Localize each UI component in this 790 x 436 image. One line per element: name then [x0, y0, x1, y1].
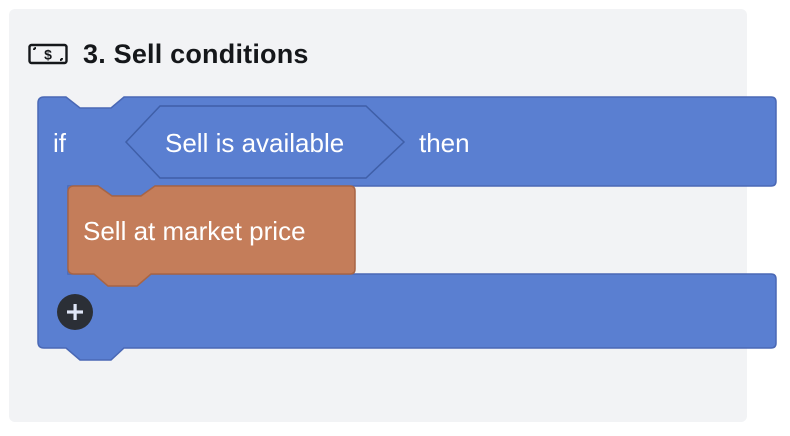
if-label: if [53, 128, 66, 158]
action-label: Sell at market price [83, 216, 306, 246]
then-label: then [419, 128, 470, 158]
condition-label: Sell is available [165, 128, 345, 158]
plus-icon [66, 303, 84, 321]
add-block-button[interactable] [57, 294, 93, 330]
